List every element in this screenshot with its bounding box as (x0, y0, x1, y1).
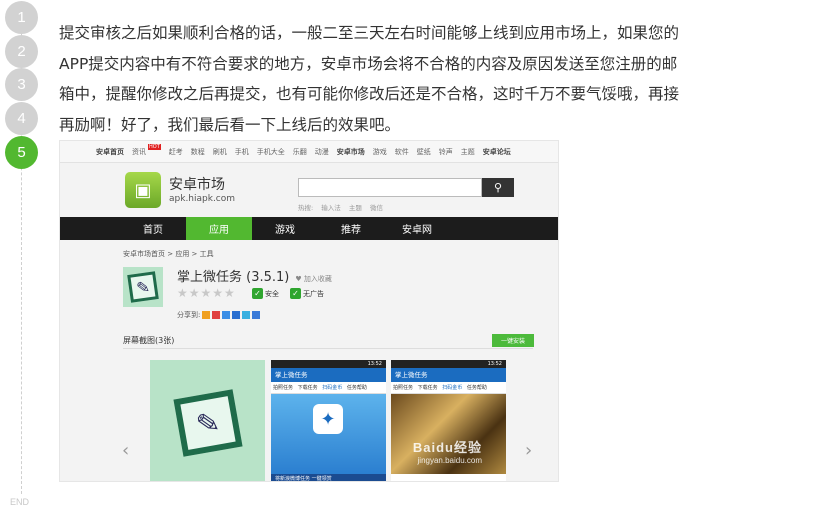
step-4-badge: 4 (5, 102, 38, 135)
step-description: 提交审核之后如果顺利合格的话，一般二至三天左右时间能够上线到应用市场上，如果您的… (59, 24, 680, 134)
hot-search-link[interactable]: 主题 (349, 204, 362, 212)
hot-badge: HOT (148, 143, 161, 150)
step-3-badge: 3 (5, 68, 38, 101)
market-main-nav: 首页 应用 游戏 推荐 安卓网 (60, 217, 558, 240)
prev-arrow-icon[interactable]: ‹ (122, 440, 129, 461)
share-renren-icon[interactable] (232, 311, 241, 319)
logo-url: apk.hiapk.com (169, 194, 236, 204)
next-arrow-icon[interactable]: › (525, 440, 532, 461)
end-label: END (10, 497, 30, 507)
screenshot-2[interactable]: 13:52 掌上微任务 拍照任务 下载任务 扫码金币 任务帮助 ✦ 将新浪微博任… (271, 360, 386, 481)
hot-search-link[interactable]: 微信 (370, 204, 383, 212)
phone-tab: 任务帮助 (466, 385, 487, 391)
phone-tab: 任务帮助 (346, 385, 367, 391)
phone-tab: 扫码金币 (322, 385, 343, 391)
bird-icon: ✎ (127, 271, 159, 303)
topnav-item[interactable]: 动漫 (315, 147, 329, 157)
step-2-badge: 2 (5, 35, 38, 68)
check-icon: ✓ (252, 288, 263, 299)
market-header: ▣ 安卓市场 apk.hiapk.com ⚲ 热搜: 输入法 主题 微信 (60, 163, 558, 217)
android-market-logo-icon[interactable]: ▣ (125, 172, 161, 208)
no-ad-badge: ✓ 无广告 (290, 288, 324, 299)
share-more-icon[interactable] (252, 311, 261, 319)
phone-app-bar: 掌上微任务 (391, 368, 506, 382)
share-kaixin-icon[interactable] (242, 311, 251, 319)
divider (123, 348, 533, 349)
topnav-item[interactable]: 赶考 (169, 147, 183, 157)
topnav-home[interactable]: 安卓首页 (96, 147, 124, 157)
app-title: 掌上微任务 (3.5.1) ♥ 加入收藏 (177, 266, 332, 285)
safe-badge: ✓ 安全 (252, 288, 279, 299)
hot-search-links: 热搜: 输入法 主题 微信 (298, 202, 389, 212)
favorite-link[interactable]: ♥ 加入收藏 (295, 275, 332, 283)
bird-icon: ✎ (172, 388, 243, 457)
breadcrumb[interactable]: 安卓市场首页 > 应用 > 工具 (123, 249, 214, 259)
step-5-badge: 5 (5, 136, 38, 169)
app-detail: 安卓市场首页 > 应用 > 工具 ✎ 掌上微任务 (3.5.1) ♥ 加入收藏 ★… (60, 240, 558, 481)
app-icon: ✎ (123, 267, 163, 307)
topnav-item[interactable]: 手机 (235, 147, 249, 157)
favorite-label: 加入收藏 (303, 275, 332, 283)
phone-tab: 下载任务 (417, 385, 438, 391)
check-icon: ✓ (290, 288, 301, 299)
bird-icon: ✦ (313, 404, 343, 434)
watermark-top: Baidu经验 (412, 440, 482, 455)
watermark-bottom: jingyan.baidu.com (417, 456, 482, 465)
logo-title[interactable]: 安卓市场 (169, 174, 225, 194)
search-input[interactable] (298, 178, 482, 197)
step-1-badge: 1 (5, 1, 38, 34)
topnav-item[interactable]: 软件 (395, 147, 409, 157)
share-tqq-icon[interactable] (222, 311, 231, 319)
phone-footer: 将新浪微博任务 一键领赏 (271, 474, 386, 481)
nav-apps[interactable]: 应用 (186, 217, 252, 240)
screenshot-3[interactable]: 13:52 掌上微任务 拍照任务 下载任务 扫码金币 任务帮助 Baidu经验 … (391, 360, 506, 481)
install-button[interactable]: 一键安装 (492, 334, 534, 347)
phone-tab: 扫码金币 (442, 385, 463, 391)
topnav-news[interactable]: 资讯 (132, 147, 146, 157)
topnav-item[interactable]: 铃声 (439, 147, 453, 157)
phone-tabs: 拍照任务 下载任务 扫码金币 任务帮助 (391, 382, 506, 394)
phone-tabs: 拍照任务 下载任务 扫码金币 任务帮助 (271, 382, 386, 394)
hot-search-label: 热搜: (298, 204, 314, 212)
safe-label: 安全 (265, 289, 279, 298)
nav-recommend[interactable]: 推荐 (318, 217, 384, 240)
no-ad-label: 无广告 (303, 289, 324, 298)
share-label: 分享到: (177, 311, 201, 319)
topnav-market[interactable]: 安卓市场 (337, 147, 365, 157)
market-screenshot: 安卓首页 资讯 HOT 赶考 数程 刷机 手机 手机大全 乐翻 动漫 安卓市场 … (59, 140, 559, 482)
search-button[interactable]: ⚲ (482, 178, 514, 197)
topnav-item[interactable]: 数程 (191, 147, 205, 157)
topnav-item[interactable]: 壁纸 (417, 147, 431, 157)
nav-games[interactable]: 游戏 (252, 217, 318, 240)
app-title-text: 掌上微任务 (3.5.1) (177, 270, 290, 285)
phone-app-bar: 掌上微任务 (271, 368, 386, 382)
phone-tab: 拍照任务 (393, 385, 414, 391)
baidu-watermark: Baidu经验 jingyan.baidu.com (413, 437, 482, 465)
share-weibo-icon[interactable] (212, 311, 221, 319)
nav-home[interactable]: 首页 (120, 217, 186, 240)
topnav-forum[interactable]: 安卓论坛 (483, 147, 511, 157)
topnav-item[interactable]: 刷机 (213, 147, 227, 157)
phone-splash: ✦ (271, 394, 386, 474)
phone-tab: 下载任务 (297, 385, 318, 391)
phone-tab: 拍照任务 (273, 385, 294, 391)
screenshots-heading: 屏幕截图(3张) (123, 336, 175, 345)
topnav-item[interactable]: 游戏 (373, 147, 387, 157)
phone-status-bar: 13:52 (271, 360, 386, 368)
rating-stars: ★★★★★ (177, 286, 236, 300)
topnav-item[interactable]: 乐翻 (293, 147, 307, 157)
share-qzone-icon[interactable] (202, 311, 211, 319)
hot-search-link[interactable]: 输入法 (321, 204, 341, 212)
topnav-item[interactable]: 主题 (461, 147, 475, 157)
nav-android-net[interactable]: 安卓网 (384, 217, 450, 240)
topnav-item[interactable]: 手机大全 (257, 147, 285, 157)
heart-icon: ♥ (295, 275, 302, 283)
market-top-nav: 安卓首页 资讯 HOT 赶考 数程 刷机 手机 手机大全 乐翻 动漫 安卓市场 … (60, 141, 558, 163)
screenshot-1[interactable]: ✎ (150, 360, 265, 481)
phone-status-bar: 13:52 (391, 360, 506, 368)
search-icon: ⚲ (493, 181, 503, 194)
share-bar: 分享到: (177, 310, 261, 320)
